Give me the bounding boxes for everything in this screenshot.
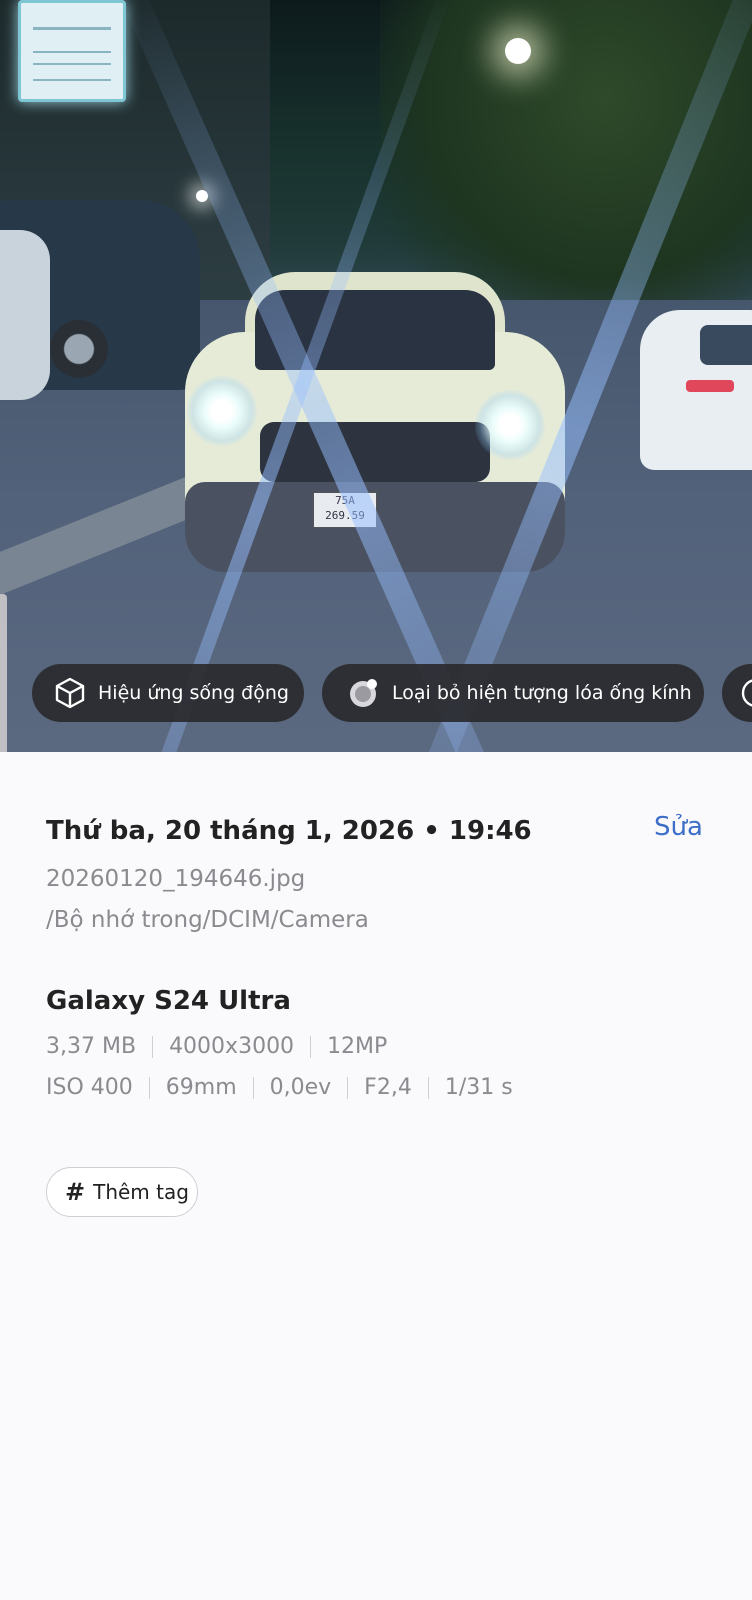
edit-button[interactable]: Sửa	[654, 812, 703, 842]
file-path: /Bộ nhớ trong/DCIM/Camera	[46, 907, 369, 933]
file-specs-row: 3,37 MB 4000x3000 12MP	[46, 1034, 387, 1059]
megapixels: 12MP	[327, 1034, 388, 1059]
street-lamp	[505, 38, 531, 64]
parked-car-right-window	[700, 325, 752, 365]
divider	[347, 1076, 349, 1099]
camera-specs-row: ISO 400 69mm 0,0ev F2,4 1/31 s	[46, 1075, 513, 1100]
file-size: 3,37 MB	[46, 1034, 137, 1059]
iso: ISO 400	[46, 1075, 133, 1100]
photo-viewer[interactable]: 75A 269.59 Hiệu ứng sống động	[0, 0, 752, 752]
more-suggestion-icon	[736, 673, 752, 713]
divider	[148, 1076, 150, 1099]
remove-lens-flare-chip[interactable]: Loại bỏ hiện tượng lóa ống kính	[322, 664, 704, 722]
shop-sign	[18, 0, 126, 102]
more-suggestion-chip[interactable]	[722, 664, 752, 722]
headlight-left	[187, 376, 257, 446]
file-name: 20260120_194646.jpg	[46, 866, 306, 892]
vivid-effect-label: Hiệu ứng sống động	[98, 682, 289, 704]
lens-flare-icon	[344, 673, 384, 713]
vivid-effect-chip[interactable]: Hiệu ứng sống động	[32, 664, 304, 722]
car-wheel	[50, 320, 108, 378]
focal-length: 69mm	[165, 1075, 237, 1100]
device-name: Galaxy S24 Ultra	[46, 986, 291, 1016]
tail-light	[686, 380, 734, 392]
divider	[310, 1035, 312, 1058]
hash-icon: #	[65, 1178, 86, 1206]
add-tag-button[interactable]: # Thêm tag	[46, 1167, 198, 1217]
parked-car-left-edge	[0, 230, 50, 400]
date-time: Thứ ba, 20 tháng 1, 2026 • 19:46	[46, 816, 532, 846]
aperture: F2,4	[364, 1075, 412, 1100]
divider	[252, 1076, 254, 1099]
exposure-value: 0,0ev	[269, 1075, 332, 1100]
remove-lens-flare-label: Loại bỏ hiện tượng lóa ống kính	[392, 682, 692, 704]
divider	[152, 1035, 154, 1058]
motion-cube-icon	[50, 673, 90, 713]
headlight-right	[475, 390, 545, 460]
suggestion-chips: Hiệu ứng sống động Loại bỏ hiện tượng ló…	[32, 664, 752, 722]
details-panel: Thứ ba, 20 tháng 1, 2026 • 19:46 Sửa 202…	[0, 752, 752, 1600]
resolution: 4000x3000	[169, 1034, 295, 1059]
shutter-speed: 1/31 s	[444, 1075, 513, 1100]
divider	[427, 1076, 429, 1099]
add-tag-label: Thêm tag	[93, 1180, 189, 1204]
